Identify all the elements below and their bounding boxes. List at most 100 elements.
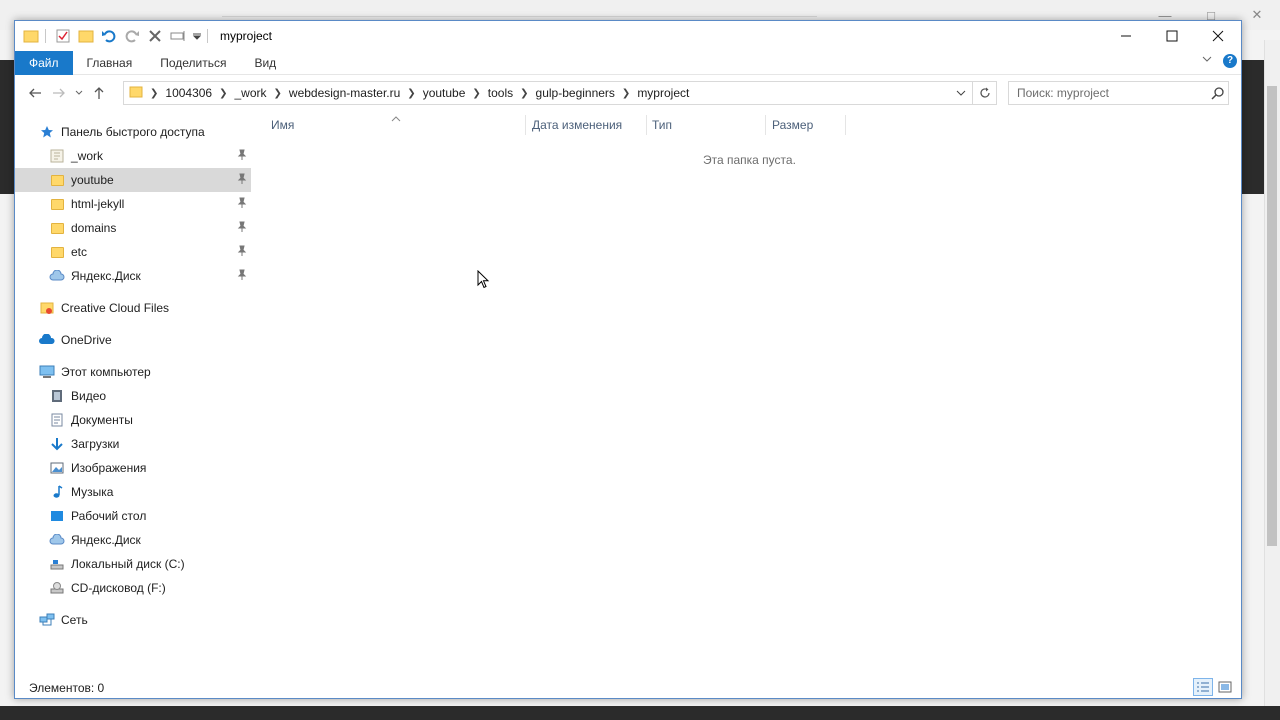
- folder-icon: [49, 172, 65, 188]
- properties-icon[interactable]: [53, 26, 73, 46]
- pin-icon[interactable]: [237, 245, 247, 260]
- sidebar-item-pictures[interactable]: Изображения: [15, 456, 251, 480]
- folder-icon: [129, 85, 143, 102]
- maximize-button[interactable]: [1149, 21, 1195, 51]
- breadcrumb-separator-icon[interactable]: ❯: [219, 88, 227, 99]
- tab-home[interactable]: Главная: [73, 51, 147, 75]
- sidebar-item-domains[interactable]: domains: [15, 216, 251, 240]
- customize-toolbar-chevron-icon[interactable]: [191, 26, 203, 46]
- up-arrow-icon[interactable]: [87, 81, 111, 105]
- file-list-pane[interactable]: Имя Дата изменения Тип Размер Эта папка …: [251, 111, 1241, 671]
- column-divider[interactable]: [765, 115, 766, 135]
- folder-icon: [49, 148, 65, 164]
- new-folder-icon[interactable]: [76, 26, 96, 46]
- folder-icon: [21, 26, 41, 46]
- cloud-icon: [49, 532, 65, 548]
- item-count: Элементов: 0: [29, 681, 105, 695]
- sidebar-item-yandex-disk-pc[interactable]: Яндекс.Диск: [15, 528, 251, 552]
- breadcrumb-item[interactable]: youtube: [423, 86, 466, 100]
- undo-icon[interactable]: [99, 26, 119, 46]
- breadcrumb-item[interactable]: myproject: [637, 86, 689, 100]
- sidebar-item-work[interactable]: _work: [15, 144, 251, 168]
- sidebar-item-documents[interactable]: Документы: [15, 408, 251, 432]
- pin-icon[interactable]: [237, 221, 247, 236]
- expand-ribbon-chevron-icon[interactable]: [1201, 53, 1213, 68]
- breadcrumb-separator-icon[interactable]: ❯: [407, 88, 415, 99]
- sidebar-item-label: Яндекс.Диск: [71, 269, 141, 283]
- sidebar-item-onedrive[interactable]: OneDrive: [15, 328, 251, 352]
- breadcrumb-item[interactable]: webdesign-master.ru: [289, 86, 400, 100]
- large-icons-view-icon[interactable]: [1215, 678, 1235, 696]
- sidebar-item-label: Этот компьютер: [61, 365, 151, 379]
- column-header-type[interactable]: Тип: [652, 117, 672, 133]
- refresh-button[interactable]: [973, 81, 997, 105]
- column-divider[interactable]: [845, 115, 846, 135]
- sidebar-item-this-pc[interactable]: Этот компьютер: [15, 360, 251, 384]
- video-icon: [49, 388, 65, 404]
- help-icon[interactable]: ?: [1223, 53, 1237, 68]
- column-header-size[interactable]: Размер: [772, 117, 813, 133]
- forward-arrow-icon[interactable]: [47, 81, 71, 105]
- column-header-date[interactable]: Дата изменения: [532, 117, 622, 133]
- breadcrumb-item[interactable]: _work: [235, 86, 267, 100]
- address-history-chevron-icon[interactable]: [950, 82, 972, 104]
- tab-file[interactable]: Файл: [15, 50, 73, 75]
- recent-locations-chevron-icon[interactable]: [71, 81, 87, 105]
- sidebar-item-videos[interactable]: Видео: [15, 384, 251, 408]
- sidebar-item-label: html-jekyll: [71, 197, 125, 211]
- address-bar[interactable]: ❯ 1004306 ❯ _work ❯ webdesign-master.ru …: [123, 81, 973, 105]
- sidebar-item-label: Загрузки: [71, 437, 120, 451]
- rename-icon[interactable]: [168, 26, 188, 46]
- breadcrumb-item[interactable]: tools: [488, 86, 513, 100]
- column-header-name[interactable]: Имя: [271, 117, 294, 133]
- quick-access[interactable]: Панель быстрого доступа: [15, 120, 251, 144]
- delete-icon[interactable]: [145, 26, 165, 46]
- sidebar-item-cd-drive-f[interactable]: CD-дисковод (F:): [15, 576, 251, 600]
- pin-icon[interactable]: [237, 173, 247, 188]
- breadcrumb-separator-icon[interactable]: ❯: [150, 88, 158, 99]
- column-divider[interactable]: [525, 115, 526, 135]
- pin-icon[interactable]: [237, 149, 247, 164]
- separator: [207, 29, 208, 43]
- pin-icon[interactable]: [237, 269, 247, 284]
- sidebar-item-etc[interactable]: etc: [15, 240, 251, 264]
- sidebar-item-label: youtube: [71, 173, 114, 187]
- search-icon[interactable]: [1211, 86, 1235, 103]
- back-arrow-icon[interactable]: [23, 81, 47, 105]
- sidebar-item-music[interactable]: Музыка: [15, 480, 251, 504]
- minimize-button[interactable]: [1103, 21, 1149, 51]
- sidebar-item-label: Документы: [71, 413, 133, 427]
- details-view-icon[interactable]: [1193, 678, 1213, 696]
- column-divider[interactable]: [646, 115, 647, 135]
- background-dark-panel: [1242, 60, 1264, 194]
- sidebar-item-downloads[interactable]: Загрузки: [15, 432, 251, 456]
- breadcrumb-separator-icon[interactable]: ❯: [274, 88, 282, 99]
- sidebar-item-local-disk-c[interactable]: Локальный диск (C:): [15, 552, 251, 576]
- creative-cloud-folder-icon: [39, 300, 55, 316]
- close-button[interactable]: [1195, 21, 1241, 51]
- breadcrumb-separator-icon[interactable]: ❯: [520, 88, 528, 99]
- network-icon: [39, 612, 55, 628]
- sidebar-item-html-jekyll[interactable]: html-jekyll: [15, 192, 251, 216]
- breadcrumb-item[interactable]: gulp-beginners: [536, 86, 615, 100]
- sidebar-item-network[interactable]: Сеть: [15, 608, 251, 632]
- tab-view[interactable]: Вид: [240, 51, 290, 75]
- window-controls: [1103, 21, 1241, 51]
- sidebar-item-yandex-disk[interactable]: Яндекс.Диск: [15, 264, 251, 288]
- redo-icon[interactable]: [122, 26, 142, 46]
- pin-icon[interactable]: [237, 197, 247, 212]
- folder-icon: [49, 196, 65, 212]
- sidebar-item-creative-cloud[interactable]: Creative Cloud Files: [15, 296, 251, 320]
- search-input[interactable]: Поиск: myproject: [1008, 81, 1229, 105]
- cd-drive-icon: [49, 580, 65, 596]
- background-scrollbar-thumb[interactable]: [1267, 86, 1277, 546]
- tab-share[interactable]: Поделиться: [146, 51, 240, 75]
- ribbon-tabs: Файл Главная Поделиться Вид ?: [15, 50, 1241, 75]
- sidebar-item-label: Музыка: [71, 485, 114, 499]
- breadcrumb-separator-icon[interactable]: ❯: [472, 88, 480, 99]
- mouse-cursor-icon: [477, 269, 491, 293]
- breadcrumb-item[interactable]: 1004306: [165, 86, 212, 100]
- sidebar-item-youtube[interactable]: youtube: [15, 168, 251, 192]
- breadcrumb-separator-icon[interactable]: ❯: [622, 88, 630, 99]
- sidebar-item-desktop[interactable]: Рабочий стол: [15, 504, 251, 528]
